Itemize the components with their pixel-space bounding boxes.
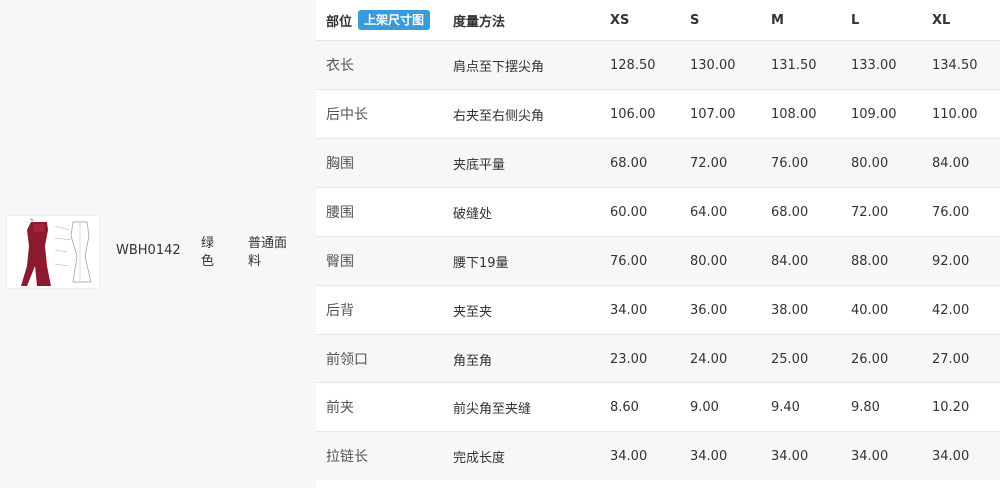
row-value-l: 109.00 xyxy=(851,106,897,122)
header-size-xs: XS xyxy=(610,12,630,28)
row-value-xs: 128.50 xyxy=(610,57,656,73)
table-row: 后背 夹至夹 34.00 36.00 38.00 40.00 42.00 xyxy=(316,285,1000,334)
row-value-xs: 60.00 xyxy=(610,204,648,220)
row-part: 前夹 xyxy=(326,400,354,416)
row-value-xs: 34.00 xyxy=(610,448,648,464)
row-value-s: 36.00 xyxy=(690,302,728,318)
row-value-l: 9.80 xyxy=(851,399,880,415)
header-size-m: M xyxy=(771,12,784,28)
row-value-m: 131.50 xyxy=(771,57,817,73)
row-part: 后中长 xyxy=(326,107,368,123)
row-value-l: 80.00 xyxy=(851,155,889,171)
row-part: 臀围 xyxy=(326,254,354,270)
row-value-l: 26.00 xyxy=(851,351,889,367)
row-value-xs: 23.00 xyxy=(610,351,648,367)
row-value-m: 108.00 xyxy=(771,106,817,122)
header-size-s: S xyxy=(690,12,700,28)
row-method: 肩点至下摆尖角 xyxy=(453,59,545,75)
row-method: 右夹至右侧尖角 xyxy=(453,108,545,124)
table-row: 腰围 破缝处 60.00 64.00 68.00 72.00 76.00 xyxy=(316,187,1000,236)
row-value-xs: 106.00 xyxy=(610,106,656,122)
product-thumbnail[interactable] xyxy=(6,215,100,289)
product-fabric: 普通面料 xyxy=(248,236,288,269)
row-value-xs: 34.00 xyxy=(610,302,648,318)
row-value-m: 68.00 xyxy=(771,204,809,220)
row-value-l: 88.00 xyxy=(851,253,889,269)
garment-sketch-image xyxy=(7,216,99,288)
row-value-xl: 42.00 xyxy=(932,302,970,318)
size-image-badge[interactable]: 上架尺寸图 xyxy=(358,10,431,30)
table-row: 臀围 腰下19量 76.00 80.00 84.00 88.00 92.00 xyxy=(316,236,1000,285)
row-part: 前领口 xyxy=(326,352,368,368)
row-value-m: 9.40 xyxy=(771,399,800,415)
row-value-xl: 27.00 xyxy=(932,351,970,367)
table-row: 衣长 肩点至下摆尖角 128.50 130.00 131.50 133.00 134.50 xyxy=(316,40,1000,89)
row-value-s: 34.00 xyxy=(690,448,728,464)
row-value-m: 34.00 xyxy=(771,448,809,464)
row-value-s: 72.00 xyxy=(690,155,728,171)
row-part: 胸围 xyxy=(326,156,354,172)
row-value-xs: 8.60 xyxy=(610,399,639,415)
row-part: 腰围 xyxy=(326,205,354,221)
row-method: 完成长度 xyxy=(453,450,506,466)
header-method: 度量方法 xyxy=(453,14,506,30)
row-value-m: 76.00 xyxy=(771,155,809,171)
row-method: 破缝处 xyxy=(453,206,493,222)
row-value-s: 9.00 xyxy=(690,399,719,415)
row-value-xs: 68.00 xyxy=(610,155,648,171)
row-value-l: 72.00 xyxy=(851,204,889,220)
product-info-panel: WBH0142 绿色 普通面料 xyxy=(0,0,310,488)
row-value-xl: 34.00 xyxy=(932,448,970,464)
row-value-l: 34.00 xyxy=(851,448,889,464)
row-part: 后背 xyxy=(326,303,354,319)
header-size-xl: XL xyxy=(932,12,951,28)
row-value-m: 38.00 xyxy=(771,302,809,318)
row-value-m: 25.00 xyxy=(771,351,809,367)
table-row: 胸围 夹底平量 68.00 72.00 76.00 80.00 84.00 xyxy=(316,138,1000,187)
row-method: 夹底平量 xyxy=(453,157,506,173)
row-value-m: 84.00 xyxy=(771,253,809,269)
row-value-xl: 92.00 xyxy=(932,253,970,269)
row-value-xl: 110.00 xyxy=(932,106,978,122)
table-row: 拉链长 完成长度 34.00 34.00 34.00 34.00 34.00 xyxy=(316,431,1000,480)
size-chart-table: 部位 上架尺寸图 度量方法 XS S M L XL 衣长 肩点至下摆尖角 128.5… xyxy=(316,0,1000,488)
product-color: 绿色 xyxy=(201,236,215,269)
row-value-xs: 76.00 xyxy=(610,253,648,269)
header-size-l: L xyxy=(851,12,860,28)
row-value-xl: 76.00 xyxy=(932,204,970,220)
size-chart-header: 部位 上架尺寸图 度量方法 XS S M L XL xyxy=(316,0,1000,40)
row-value-s: 64.00 xyxy=(690,204,728,220)
row-method: 前尖角至夹缝 xyxy=(453,401,532,417)
row-value-s: 80.00 xyxy=(690,253,728,269)
row-value-xl: 84.00 xyxy=(932,155,970,171)
row-value-s: 24.00 xyxy=(690,351,728,367)
row-value-s: 130.00 xyxy=(690,57,736,73)
row-method: 夹至夹 xyxy=(453,304,493,320)
row-value-xl: 134.50 xyxy=(932,57,978,73)
row-value-l: 40.00 xyxy=(851,302,889,318)
product-size-row: WBH0142 绿色 普通面料 部位 上架尺寸图 度量方法 XS S M L X… xyxy=(0,0,1000,488)
row-value-l: 133.00 xyxy=(851,57,897,73)
header-part: 部位 上架尺寸图 xyxy=(326,0,446,40)
row-part: 衣长 xyxy=(326,58,354,74)
row-method: 腰下19量 xyxy=(453,255,509,271)
row-value-s: 107.00 xyxy=(690,106,736,122)
row-value-xl: 10.20 xyxy=(932,399,970,415)
product-sku: WBH0142 xyxy=(116,243,181,258)
table-row: 前夹 前尖角至夹缝 8.60 9.00 9.40 9.80 10.20 xyxy=(316,382,1000,431)
table-row: 前领口 角至角 23.00 24.00 25.00 26.00 27.00 xyxy=(316,334,1000,383)
row-method: 角至角 xyxy=(453,353,493,369)
row-part: 拉链长 xyxy=(326,449,368,465)
table-row: 后中长 右夹至右侧尖角 106.00 107.00 108.00 109.00 110.00 xyxy=(316,89,1000,138)
